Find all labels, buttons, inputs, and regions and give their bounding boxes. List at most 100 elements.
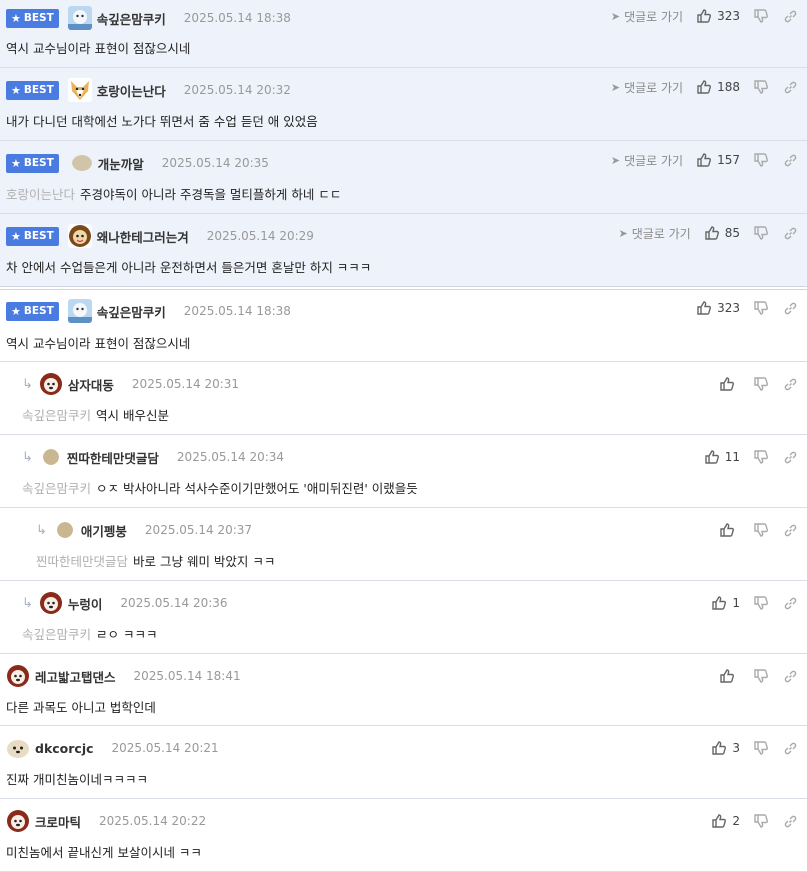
- link-icon[interactable]: [784, 451, 797, 464]
- avatar[interactable]: [42, 449, 59, 465]
- thumbs-down-icon[interactable]: [754, 596, 768, 610]
- like-button[interactable]: 323: [697, 9, 740, 23]
- link-icon[interactable]: [784, 81, 797, 94]
- mention[interactable]: 속깊은맘쿠키: [22, 627, 91, 642]
- like-count: 85: [724, 226, 740, 240]
- comment-header: ★ BEST 왜나한테그러는겨 2025.05.14 20:29: [6, 224, 314, 248]
- avatar[interactable]: [67, 224, 92, 248]
- like-button[interactable]: 1: [712, 596, 740, 610]
- comment-header: ↳ 찐따한테만댓글담 2025.05.14 20:34: [22, 445, 284, 469]
- comment-header: 레고밟고탭댄스 2025.05.14 18:41: [6, 664, 241, 688]
- link-icon[interactable]: [784, 154, 797, 167]
- avatar[interactable]: [67, 299, 92, 323]
- nickname[interactable]: 찐따한테만댓글담: [67, 448, 159, 467]
- thumbs-up-icon: [705, 450, 719, 464]
- timestamp: 2025.05.14 20:35: [161, 156, 269, 170]
- avatar[interactable]: [71, 155, 92, 171]
- like-button[interactable]: 323: [697, 301, 740, 315]
- goto-comment-link[interactable]: ➤ 댓글로 가기: [611, 79, 683, 96]
- comment-text: 호랑이는난다 주경야독이 아니라 주경독을 멀티플하게 하네 ㄷㄷ: [6, 187, 342, 202]
- star-icon: ★: [11, 304, 21, 318]
- like-count: 3: [732, 741, 740, 755]
- nickname[interactable]: 호랑이는난다: [97, 81, 166, 100]
- send-arrow-icon: ➤: [610, 9, 621, 23]
- nickname[interactable]: 속깊은맘쿠키: [97, 302, 166, 321]
- comment-actions: 11: [705, 447, 797, 467]
- thumbs-down-icon[interactable]: [754, 814, 768, 828]
- comment-text: 미친놈에서 끝내신게 보살이시네 ㅋㅋ: [6, 845, 202, 860]
- comment-header: ★ BEST 개눈까알 2025.05.14 20:35: [6, 151, 269, 175]
- mention[interactable]: 찐따한테만댓글담: [36, 554, 128, 569]
- thumbs-down-icon[interactable]: [754, 669, 768, 683]
- thumbs-down-icon[interactable]: [754, 450, 768, 464]
- thumbs-down-icon[interactable]: [754, 226, 768, 240]
- thumbs-down-icon[interactable]: [754, 153, 768, 167]
- thumbs-down-icon[interactable]: [754, 741, 768, 755]
- nickname[interactable]: 개눈까알: [98, 154, 144, 173]
- nickname[interactable]: 속깊은맘쿠키: [97, 9, 166, 28]
- mention[interactable]: 속깊은맘쿠키: [22, 481, 91, 496]
- link-icon[interactable]: [784, 302, 797, 315]
- best-badge: ★ BEST: [6, 80, 59, 100]
- like-count: 1: [732, 596, 740, 610]
- like-button[interactable]: [720, 523, 740, 537]
- mention[interactable]: 호랑이는난다: [6, 187, 75, 202]
- avatar[interactable]: [56, 522, 73, 538]
- thumbs-down-icon[interactable]: [754, 80, 768, 94]
- nickname[interactable]: 누렁이: [68, 594, 103, 613]
- link-icon[interactable]: [784, 597, 797, 610]
- nickname[interactable]: 크로마틱: [35, 812, 81, 831]
- mention[interactable]: 속깊은맘쿠키: [22, 408, 91, 423]
- nickname[interactable]: 애기펭붕: [81, 521, 127, 540]
- thumbs-down-icon[interactable]: [754, 301, 768, 315]
- avatar[interactable]: [6, 809, 30, 833]
- link-icon[interactable]: [784, 742, 797, 755]
- avatar[interactable]: [38, 591, 63, 615]
- comment-header: ↳ 애기펭붕 2025.05.14 20:37: [36, 518, 252, 542]
- nickname[interactable]: dkcorcjc: [35, 741, 94, 756]
- like-button[interactable]: 3: [712, 741, 740, 755]
- timestamp: 2025.05.14 20:21: [111, 741, 219, 755]
- nickname[interactable]: 삼자대동: [68, 375, 114, 394]
- thumbs-up-icon: [712, 741, 727, 755]
- nickname[interactable]: 왜나한테그러는겨: [97, 227, 189, 246]
- avatar[interactable]: [67, 6, 92, 30]
- comment-header: ↳ 누렁이 2025.05.14 20:36: [22, 591, 228, 615]
- send-arrow-icon: ➤: [610, 80, 621, 94]
- reply-arrow-icon: ↳: [22, 376, 33, 392]
- comment-text: 역시 교수님이라 표현이 점잖으시네: [6, 336, 191, 351]
- thumbs-down-icon[interactable]: [754, 9, 768, 23]
- link-icon[interactable]: [784, 815, 797, 828]
- like-button[interactable]: 2: [712, 814, 740, 828]
- best-badge: ★ BEST: [6, 301, 59, 321]
- nickname[interactable]: 레고밟고탭댄스: [35, 667, 116, 686]
- link-icon[interactable]: [784, 524, 797, 537]
- reply-arrow-icon: ↳: [22, 595, 33, 611]
- link-icon[interactable]: [784, 378, 797, 391]
- goto-comment-link[interactable]: ➤ 댓글로 가기: [611, 8, 683, 25]
- timestamp: 2025.05.14 20:34: [176, 450, 285, 464]
- like-button[interactable]: 188: [697, 80, 740, 94]
- avatar[interactable]: [6, 664, 30, 688]
- thumbs-down-icon[interactable]: [754, 377, 768, 391]
- comment-actions: [720, 666, 797, 686]
- link-icon[interactable]: [784, 227, 797, 240]
- like-button[interactable]: 157: [697, 153, 740, 167]
- comment-text: 속깊은맘쿠키 역시 배우신분: [22, 408, 169, 423]
- like-button[interactable]: 11: [705, 450, 740, 464]
- thumbs-down-icon[interactable]: [754, 523, 768, 537]
- goto-comment-link[interactable]: ➤ 댓글로 가기: [611, 152, 683, 169]
- comment-text: 속깊은맘쿠키 ㄹㅇ ㅋㅋㅋ: [22, 627, 158, 642]
- comment: 크로마틱 2025.05.14 20:22 2 미친놈에서 끝내신게 보살이시네…: [0, 799, 807, 872]
- thumbs-up-icon: [720, 523, 734, 537]
- like-button[interactable]: [720, 669, 740, 683]
- avatar[interactable]: [6, 736, 30, 760]
- link-icon[interactable]: [784, 10, 797, 23]
- avatar[interactable]: [67, 78, 92, 102]
- like-button[interactable]: [720, 377, 740, 391]
- avatar[interactable]: [38, 372, 63, 396]
- goto-comment-link[interactable]: ➤ 댓글로 가기: [618, 225, 690, 242]
- link-icon[interactable]: [784, 670, 797, 683]
- like-button[interactable]: 85: [705, 226, 740, 240]
- thumbs-up-icon: [712, 596, 727, 610]
